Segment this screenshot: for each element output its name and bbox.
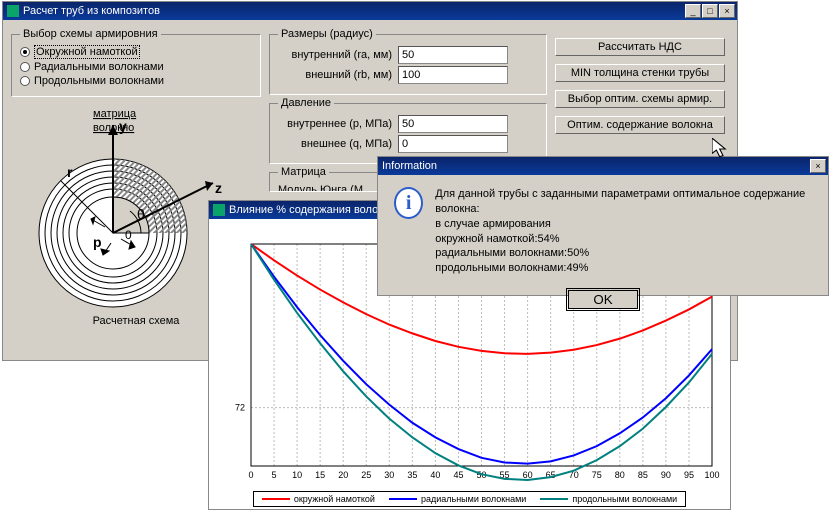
radio-circumferential[interactable]: Окружной намоткой	[20, 44, 252, 60]
svg-text:40: 40	[430, 470, 440, 480]
optim-scheme-button[interactable]: Выбор оптим. схемы армир.	[555, 90, 725, 108]
pressure-group: Давление внутреннее (p, МПа) внешнее (q,…	[269, 97, 547, 164]
svg-text:80: 80	[615, 470, 625, 480]
label-matrix: матрица	[93, 108, 137, 120]
svg-text:85: 85	[638, 470, 648, 480]
info-title: Information	[382, 160, 437, 172]
window-title: Расчет труб из композитов	[23, 5, 160, 17]
svg-text:25: 25	[361, 470, 371, 480]
close-button[interactable]: ×	[719, 4, 735, 18]
reinforcement-group: Выбор схемы армировния Окружной намоткой…	[11, 28, 261, 97]
svg-text:r: r	[67, 164, 73, 180]
app-icon	[7, 5, 19, 17]
svg-text:0: 0	[125, 228, 132, 242]
svg-text:θ: θ	[137, 206, 145, 222]
reinforcement-legend: Выбор схемы армировния	[20, 28, 161, 40]
app-icon	[213, 204, 225, 216]
svg-text:100: 100	[704, 470, 719, 480]
svg-text:45: 45	[453, 470, 463, 480]
svg-text:60: 60	[523, 470, 533, 480]
svg-text:30: 30	[384, 470, 394, 480]
svg-text:0: 0	[248, 470, 253, 480]
svg-text:72: 72	[235, 403, 245, 413]
titlebar-info[interactable]: Information ×	[378, 157, 828, 175]
radio-radial[interactable]: Радиальными волокнами	[20, 60, 252, 74]
calc-button[interactable]: Расcчитать НДС	[555, 38, 725, 56]
p-input[interactable]	[398, 115, 508, 133]
svg-text:35: 35	[407, 470, 417, 480]
svg-text:15: 15	[315, 470, 325, 480]
ra-input[interactable]	[398, 46, 508, 64]
sizes-group: Размеры (радиус) внутренний (ra, мм) вне…	[269, 28, 547, 95]
svg-text:75: 75	[592, 470, 602, 480]
svg-text:20: 20	[338, 470, 348, 480]
maximize-button[interactable]: □	[702, 4, 718, 18]
svg-text:10: 10	[292, 470, 302, 480]
min-thickness-button[interactable]: MIN толщина стенки трубы	[555, 64, 725, 82]
svg-text:90: 90	[661, 470, 671, 480]
optim-fiber-button[interactable]: Оптим. содержание волокна	[555, 116, 725, 134]
label-fiber: волокно	[93, 122, 134, 134]
minimize-button[interactable]: _	[685, 4, 701, 18]
svg-text:p: p	[93, 234, 102, 250]
info-dialog: Information × i Для данной трубы с задан…	[377, 156, 829, 296]
svg-text:z: z	[215, 180, 222, 196]
radio-longitudinal[interactable]: Продольными волокнами	[20, 74, 252, 88]
ok-button[interactable]: OK	[568, 290, 637, 309]
info-text: Для данной трубы с заданными параметрами…	[435, 187, 812, 276]
chart-legend: окружной намоткой радиальными волокнами …	[253, 491, 686, 507]
svg-text:5: 5	[272, 470, 277, 480]
q-input[interactable]	[398, 135, 508, 153]
rb-input[interactable]	[398, 66, 508, 84]
svg-text:95: 95	[684, 470, 694, 480]
info-icon: i	[394, 187, 423, 219]
info-close-button[interactable]: ×	[810, 159, 826, 173]
titlebar-main[interactable]: Расчет труб из композитов _ □ ×	[3, 2, 737, 20]
